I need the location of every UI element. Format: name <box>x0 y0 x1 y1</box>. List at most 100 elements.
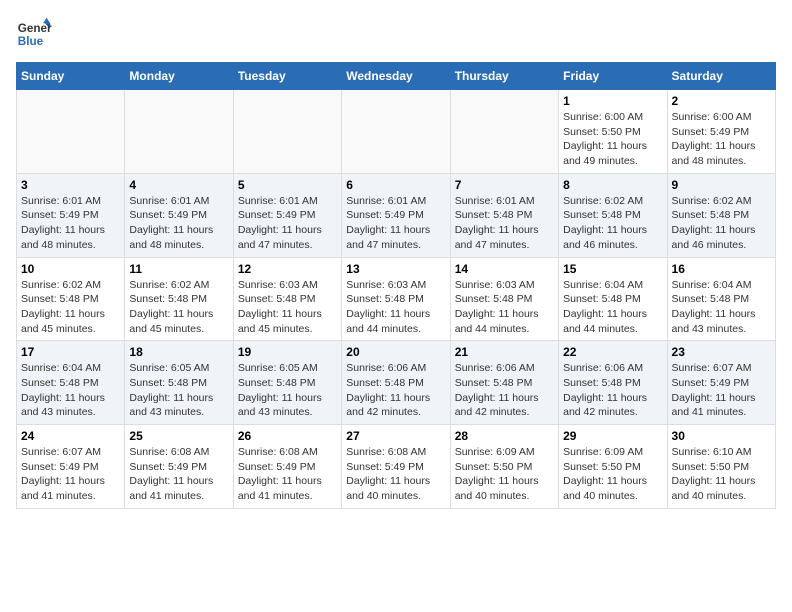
day-info: Sunrise: 6:00 AMSunset: 5:50 PMDaylight:… <box>563 110 662 169</box>
day-number: 26 <box>238 429 337 443</box>
day-info: Sunrise: 6:09 AMSunset: 5:50 PMDaylight:… <box>455 445 554 504</box>
day-info: Sunrise: 6:05 AMSunset: 5:48 PMDaylight:… <box>238 361 337 420</box>
day-info: Sunrise: 6:04 AMSunset: 5:48 PMDaylight:… <box>21 361 120 420</box>
day-number: 22 <box>563 345 662 359</box>
weekday-header-friday: Friday <box>559 63 667 90</box>
calendar-cell: 17Sunrise: 6:04 AMSunset: 5:48 PMDayligh… <box>17 341 125 425</box>
weekday-header-monday: Monday <box>125 63 233 90</box>
calendar-cell: 20 Sunrise: 6:06 AMSunset: 5:48 PMDayligh… <box>342 341 450 425</box>
day-number: 1 <box>563 94 662 108</box>
calendar-cell: 12 Sunrise: 6:03 AMSunset: 5:48 PMDayligh… <box>233 257 341 341</box>
calendar-cell: 26 Sunrise: 6:08 AMSunset: 5:49 PMDayligh… <box>233 425 341 509</box>
calendar-cell: 18Sunrise: 6:05 AMSunset: 5:48 PMDayligh… <box>125 341 233 425</box>
calendar-cell: 3 Sunrise: 6:01 AMSunset: 5:49 PMDaylight… <box>17 173 125 257</box>
weekday-header-tuesday: Tuesday <box>233 63 341 90</box>
day-number: 11 <box>129 262 228 276</box>
calendar-cell: 29Sunrise: 6:09 AMSunset: 5:50 PMDayligh… <box>559 425 667 509</box>
day-info: Sunrise: 6:05 AMSunset: 5:48 PMDaylight:… <box>129 361 228 420</box>
day-number: 10 <box>21 262 120 276</box>
calendar-cell: 30 Sunrise: 6:10 AMSunset: 5:50 PMDayligh… <box>667 425 775 509</box>
calendar-cell: 9 Sunrise: 6:02 AMSunset: 5:48 PMDaylight… <box>667 173 775 257</box>
calendar-cell: 5Sunrise: 6:01 AMSunset: 5:49 PMDaylight… <box>233 173 341 257</box>
day-info: Sunrise: 6:03 AMSunset: 5:48 PMDaylight:… <box>238 278 337 337</box>
day-info: Sunrise: 6:02 AMSunset: 5:48 PMDaylight:… <box>129 278 228 337</box>
day-info: Sunrise: 6:06 AMSunset: 5:48 PMDaylight:… <box>563 361 662 420</box>
day-info: Sunrise: 6:10 AMSunset: 5:50 PMDaylight:… <box>672 445 771 504</box>
calendar-cell: 10 Sunrise: 6:02 AMSunset: 5:48 PMDayligh… <box>17 257 125 341</box>
week-row-3: 10 Sunrise: 6:02 AMSunset: 5:48 PMDayligh… <box>17 257 776 341</box>
calendar-cell: 7 Sunrise: 6:01 AMSunset: 5:48 PMDaylight… <box>450 173 558 257</box>
day-number: 6 <box>346 178 445 192</box>
calendar-cell: 25 Sunrise: 6:08 AMSunset: 5:49 PMDayligh… <box>125 425 233 509</box>
calendar-cell: 2 Sunrise: 6:00 AMSunset: 5:49 PMDaylight… <box>667 90 775 174</box>
day-info: Sunrise: 6:06 AMSunset: 5:48 PMDaylight:… <box>346 361 445 420</box>
day-number: 9 <box>672 178 771 192</box>
calendar-cell: 27 Sunrise: 6:08 AMSunset: 5:49 PMDayligh… <box>342 425 450 509</box>
calendar-cell: 4 Sunrise: 6:01 AMSunset: 5:49 PMDaylight… <box>125 173 233 257</box>
week-row-1: 1 Sunrise: 6:00 AMSunset: 5:50 PMDaylight… <box>17 90 776 174</box>
calendar-cell: 19 Sunrise: 6:05 AMSunset: 5:48 PMDayligh… <box>233 341 341 425</box>
calendar-cell <box>17 90 125 174</box>
day-info: Sunrise: 6:08 AMSunset: 5:49 PMDaylight:… <box>238 445 337 504</box>
day-info: Sunrise: 6:06 AMSunset: 5:48 PMDaylight:… <box>455 361 554 420</box>
calendar-table: SundayMondayTuesdayWednesdayThursdayFrid… <box>16 62 776 509</box>
weekday-header-saturday: Saturday <box>667 63 775 90</box>
day-number: 19 <box>238 345 337 359</box>
day-info: Sunrise: 6:08 AMSunset: 5:49 PMDaylight:… <box>346 445 445 504</box>
calendar-cell: 11 Sunrise: 6:02 AMSunset: 5:48 PMDayligh… <box>125 257 233 341</box>
day-info: Sunrise: 6:00 AMSunset: 5:49 PMDaylight:… <box>672 110 771 169</box>
day-number: 13 <box>346 262 445 276</box>
calendar-cell <box>342 90 450 174</box>
calendar-cell: 28 Sunrise: 6:09 AMSunset: 5:50 PMDayligh… <box>450 425 558 509</box>
calendar-cell: 1 Sunrise: 6:00 AMSunset: 5:50 PMDaylight… <box>559 90 667 174</box>
calendar-cell: 21 Sunrise: 6:06 AMSunset: 5:48 PMDayligh… <box>450 341 558 425</box>
calendar-cell: 8 Sunrise: 6:02 AMSunset: 5:48 PMDaylight… <box>559 173 667 257</box>
calendar-cell: 16Sunrise: 6:04 AMSunset: 5:48 PMDayligh… <box>667 257 775 341</box>
day-number: 21 <box>455 345 554 359</box>
day-number: 14 <box>455 262 554 276</box>
day-number: 28 <box>455 429 554 443</box>
day-number: 24 <box>21 429 120 443</box>
day-info: Sunrise: 6:02 AMSunset: 5:48 PMDaylight:… <box>672 194 771 253</box>
day-info: Sunrise: 6:07 AMSunset: 5:49 PMDaylight:… <box>21 445 120 504</box>
weekday-header-sunday: Sunday <box>17 63 125 90</box>
calendar-cell <box>450 90 558 174</box>
day-info: Sunrise: 6:01 AMSunset: 5:48 PMDaylight:… <box>455 194 554 253</box>
logo-icon: General Blue <box>16 16 52 52</box>
day-info: Sunrise: 6:08 AMSunset: 5:49 PMDaylight:… <box>129 445 228 504</box>
day-number: 23 <box>672 345 771 359</box>
calendar-cell: 15 Sunrise: 6:04 AMSunset: 5:48 PMDayligh… <box>559 257 667 341</box>
day-info: Sunrise: 6:03 AMSunset: 5:48 PMDaylight:… <box>455 278 554 337</box>
day-number: 15 <box>563 262 662 276</box>
weekday-header-thursday: Thursday <box>450 63 558 90</box>
day-number: 30 <box>672 429 771 443</box>
weekday-header-row: SundayMondayTuesdayWednesdayThursdayFrid… <box>17 63 776 90</box>
week-row-4: 17Sunrise: 6:04 AMSunset: 5:48 PMDayligh… <box>17 341 776 425</box>
day-number: 27 <box>346 429 445 443</box>
week-row-5: 24 Sunrise: 6:07 AMSunset: 5:49 PMDayligh… <box>17 425 776 509</box>
day-info: Sunrise: 6:01 AMSunset: 5:49 PMDaylight:… <box>21 194 120 253</box>
day-number: 7 <box>455 178 554 192</box>
day-info: Sunrise: 6:01 AMSunset: 5:49 PMDaylight:… <box>346 194 445 253</box>
day-info: Sunrise: 6:01 AMSunset: 5:49 PMDaylight:… <box>238 194 337 253</box>
day-number: 8 <box>563 178 662 192</box>
calendar-cell: 13 Sunrise: 6:03 AMSunset: 5:48 PMDayligh… <box>342 257 450 341</box>
calendar-cell: 14 Sunrise: 6:03 AMSunset: 5:48 PMDayligh… <box>450 257 558 341</box>
day-info: Sunrise: 6:09 AMSunset: 5:50 PMDaylight:… <box>563 445 662 504</box>
day-number: 12 <box>238 262 337 276</box>
day-number: 3 <box>21 178 120 192</box>
day-info: Sunrise: 6:03 AMSunset: 5:48 PMDaylight:… <box>346 278 445 337</box>
calendar-cell: 6 Sunrise: 6:01 AMSunset: 5:49 PMDaylight… <box>342 173 450 257</box>
calendar-cell: 24 Sunrise: 6:07 AMSunset: 5:49 PMDayligh… <box>17 425 125 509</box>
day-info: Sunrise: 6:04 AMSunset: 5:48 PMDaylight:… <box>563 278 662 337</box>
day-number: 2 <box>672 94 771 108</box>
day-info: Sunrise: 6:01 AMSunset: 5:49 PMDaylight:… <box>129 194 228 253</box>
day-info: Sunrise: 6:02 AMSunset: 5:48 PMDaylight:… <box>563 194 662 253</box>
day-number: 20 <box>346 345 445 359</box>
day-number: 25 <box>129 429 228 443</box>
day-info: Sunrise: 6:02 AMSunset: 5:48 PMDaylight:… <box>21 278 120 337</box>
day-number: 4 <box>129 178 228 192</box>
calendar-cell <box>125 90 233 174</box>
calendar-cell: 22 Sunrise: 6:06 AMSunset: 5:48 PMDayligh… <box>559 341 667 425</box>
svg-text:Blue: Blue <box>18 35 44 48</box>
